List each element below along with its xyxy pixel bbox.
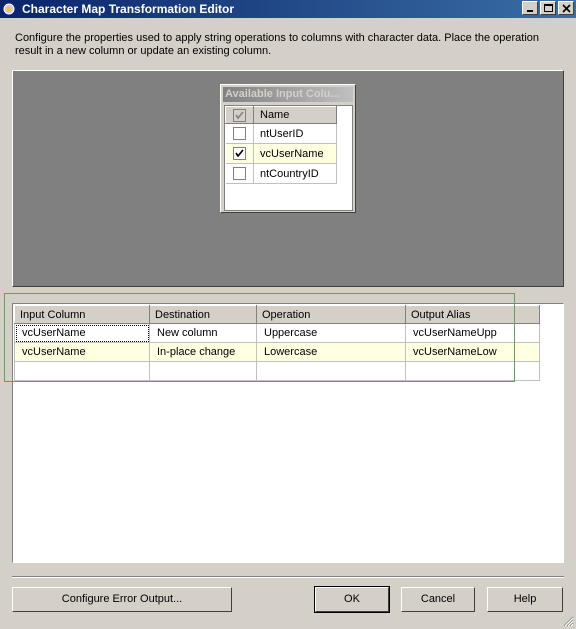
mapping-grid-panel: Input Column Destination Operation Outpu…	[12, 303, 564, 563]
minimize-button[interactable]	[522, 1, 538, 15]
list-item[interactable]: ntCountryID	[225, 163, 337, 184]
resize-grip-icon[interactable]	[562, 615, 574, 627]
app-icon	[2, 2, 16, 16]
check-icon	[235, 110, 244, 119]
available-columns-list[interactable]: Name ntUserID vcUserName ntCountryID	[224, 105, 353, 211]
column-checkbox-vcusername[interactable]	[232, 147, 246, 160]
table-row[interactable]: vcUserName In-place change Lowercase vcU…	[14, 342, 540, 362]
description-text: Configure the properties used to apply s…	[15, 32, 540, 57]
table-row-empty[interactable]	[14, 361, 540, 381]
title-bar[interactable]: Character Map Transformation Editor	[0, 0, 576, 18]
cancel-button[interactable]: Cancel	[401, 587, 475, 612]
cell-input-column[interactable]: vcUserName	[14, 342, 150, 362]
cell-operation[interactable]: Lowercase	[256, 342, 406, 362]
cell-operation[interactable]	[256, 361, 406, 381]
window-title: Character Map Transformation Editor	[22, 2, 235, 16]
header-destination[interactable]: Destination	[149, 305, 257, 324]
cell-output-alias[interactable]: vcUserNameLow	[405, 342, 540, 362]
available-columns-title[interactable]: Available Input Colu...	[223, 87, 353, 102]
configure-error-output-button[interactable]: Configure Error Output...	[12, 587, 232, 612]
list-item[interactable]: vcUserName	[225, 143, 337, 164]
cell-operation[interactable]: Uppercase	[256, 323, 406, 343]
button-separator	[12, 576, 564, 578]
header-output-alias[interactable]: Output Alias	[405, 305, 540, 324]
cell-output-alias[interactable]	[405, 361, 540, 381]
check-icon	[235, 149, 244, 158]
available-input-columns-box[interactable]: Available Input Colu... Name ntUserID vc…	[220, 84, 356, 213]
cell-destination[interactable]: In-place change	[149, 342, 257, 362]
select-all-checkbox-header[interactable]	[225, 106, 254, 124]
maximize-icon	[544, 4, 553, 12]
ok-button[interactable]: OK	[314, 586, 390, 613]
mapping-grid[interactable]: Input Column Destination Operation Outpu…	[14, 305, 540, 381]
minimize-icon	[527, 10, 533, 12]
cell-input-column[interactable]: vcUserName	[14, 323, 150, 343]
cell-destination[interactable]	[149, 361, 257, 381]
cell-input-column[interactable]	[14, 361, 150, 381]
table-row[interactable]: vcUserName New column Uppercase vcUserNa…	[14, 323, 540, 343]
cell-destination[interactable]: New column	[149, 323, 257, 343]
help-button[interactable]: Help	[487, 587, 563, 612]
header-operation[interactable]: Operation	[256, 305, 406, 324]
list-item[interactable]: ntUserID	[225, 123, 337, 144]
maximize-button[interactable]	[540, 1, 556, 15]
close-icon	[562, 4, 571, 13]
cell-output-alias[interactable]: vcUserNameUpp	[405, 323, 540, 343]
column-name[interactable]: ntCountryID	[253, 163, 337, 184]
column-name[interactable]: ntUserID	[253, 123, 337, 144]
select-all-checkbox[interactable]	[233, 108, 246, 122]
column-checkbox-ntcountryid[interactable]	[232, 167, 246, 180]
close-button[interactable]	[558, 1, 574, 15]
name-column-header[interactable]: Name	[253, 106, 337, 124]
column-name[interactable]: vcUserName	[253, 143, 337, 164]
header-input-column[interactable]: Input Column	[14, 305, 150, 324]
column-checkbox-ntuserid[interactable]	[232, 127, 246, 140]
